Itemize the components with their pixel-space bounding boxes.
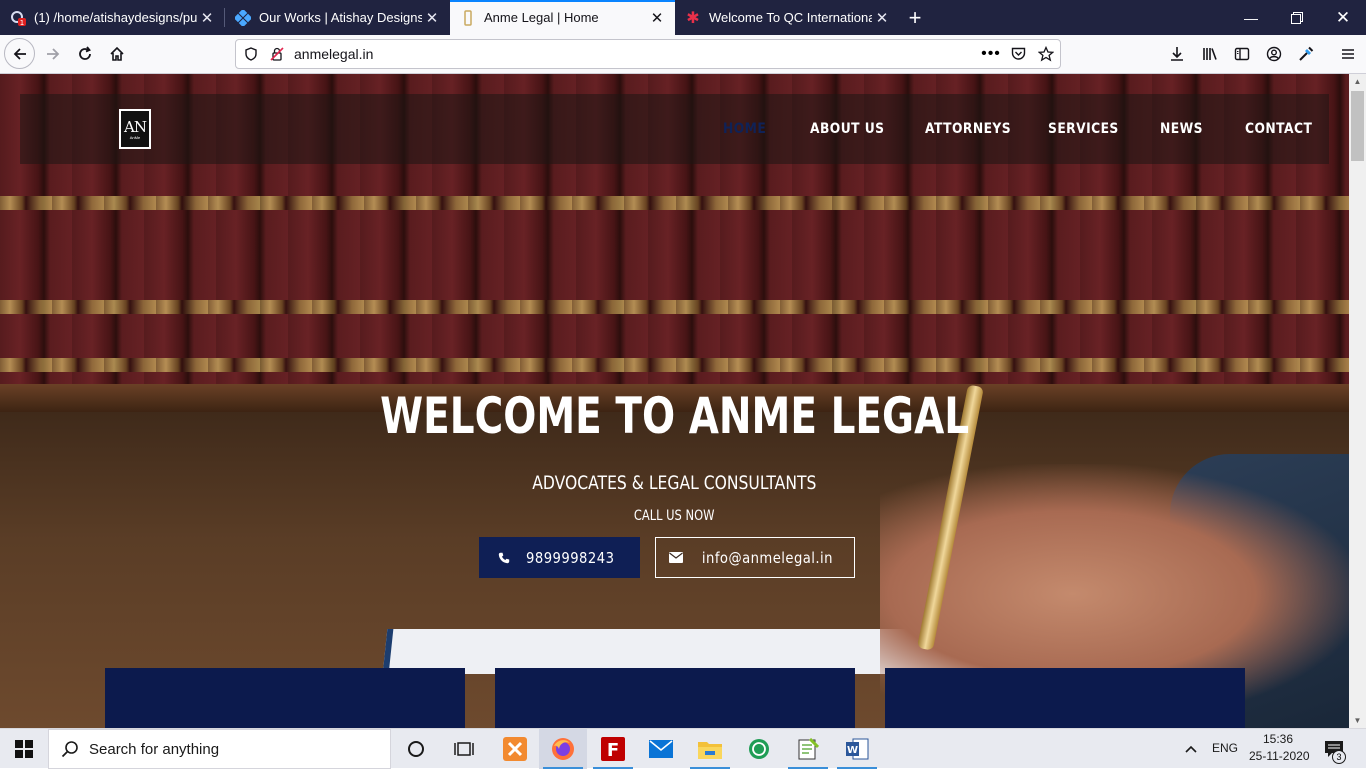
qc-favicon-icon: ✱ (686, 9, 700, 27)
search-icon (61, 740, 79, 763)
phone-icon (498, 552, 510, 564)
email-address: info@anmelegal.in (701, 548, 833, 567)
notification-count-badge: 3 (1332, 750, 1346, 764)
minimize-icon[interactable]: — (1228, 0, 1274, 35)
feature-card[interactable] (495, 668, 855, 728)
url-bar[interactable]: anmelegal.in ••• (235, 39, 1061, 69)
logo-mark: AN (124, 117, 147, 136)
nav-services[interactable]: SERVICES (1048, 121, 1119, 137)
page-scrollbar[interactable]: ▲ ▼ (1349, 74, 1366, 728)
cortana-icon[interactable] (392, 729, 440, 769)
hero-title: WELCOME TO ANME LEGAL (0, 387, 1349, 445)
nav-news[interactable]: NEWS (1160, 121, 1203, 137)
feature-card[interactable] (105, 668, 465, 728)
nav-attorneys[interactable]: ATTORNEYS (925, 121, 1011, 137)
page-actions-icon[interactable]: ••• (980, 43, 1002, 65)
tab-qc-international[interactable]: ✱ Welcome To QC International ✕ (675, 0, 900, 35)
tab-title: Our Works | Atishay Designs (259, 10, 422, 25)
page-viewport: AN AnMe HOME ABOUT US ATTORNEYS SERVICES… (0, 74, 1349, 728)
notepad-plus-plus-icon[interactable] (784, 729, 832, 769)
book-spine-band (0, 358, 1349, 372)
forward-button[interactable] (38, 39, 68, 69)
new-tab-button[interactable]: + (900, 0, 930, 35)
close-tab-icon[interactable]: ✕ (197, 8, 217, 28)
call-us-label: CALL US NOW (0, 508, 1349, 524)
downloads-icon[interactable] (1162, 39, 1192, 69)
tracking-shield-icon[interactable] (240, 43, 262, 65)
nav-toolbar: anmelegal.in ••• (0, 35, 1366, 74)
tab-title: Anme Legal | Home (484, 10, 599, 25)
call-us-text: CALL US NOW (634, 508, 715, 524)
search-placeholder: Search for anything (89, 740, 220, 758)
tab-title: Welcome To QC International (709, 10, 872, 25)
feature-card[interactable] (885, 668, 1245, 728)
site-logo[interactable]: AN AnMe (119, 109, 151, 149)
reload-button[interactable] (70, 39, 100, 69)
library-icon[interactable] (1195, 39, 1225, 69)
task-view-icon[interactable] (440, 729, 488, 769)
hero-subtitle-text: ADVOCATES & LEGAL CONSULTANTS (532, 472, 817, 494)
scroll-thumb[interactable] (1351, 91, 1364, 161)
cpanel-favicon-icon: 1 (10, 10, 26, 26)
scroll-up-icon[interactable]: ▲ (1349, 74, 1366, 89)
word-icon[interactable]: W (833, 729, 881, 769)
pocket-icon[interactable] (1007, 43, 1029, 65)
book-spine-band (0, 300, 1349, 314)
tray-chevron-up-icon[interactable] (1176, 729, 1206, 769)
sidebar-icon[interactable] (1227, 39, 1257, 69)
book-spine-band (0, 196, 1349, 210)
tab-atishay-works[interactable]: Our Works | Atishay Designs ✕ (225, 0, 450, 35)
taskbar-search[interactable]: Search for anything (48, 729, 391, 769)
nav-about-us[interactable]: ABOUT US (810, 121, 884, 137)
tab-anme-legal[interactable]: Anme Legal | Home ✕ (450, 0, 675, 35)
hero-title-text: WELCOME TO ANME LEGAL (379, 387, 970, 445)
scroll-down-icon[interactable]: ▼ (1349, 713, 1366, 728)
svg-text:F: F (607, 740, 619, 761)
taskbar: Search for anything F W ENG 15:36 25-11-… (0, 728, 1366, 769)
close-window-icon[interactable]: ✕ (1320, 0, 1366, 35)
clock-date[interactable]: 25-11-2020 (1249, 749, 1310, 763)
envelope-icon (668, 552, 683, 563)
phone-button[interactable]: 9899998243 (479, 537, 640, 578)
close-tab-icon[interactable]: ✕ (647, 8, 667, 28)
bookmark-star-icon[interactable] (1035, 43, 1057, 65)
nav-home[interactable]: HOME (723, 121, 766, 137)
nav-contact[interactable]: CONTACT (1245, 121, 1312, 137)
back-button[interactable] (4, 38, 35, 69)
close-tab-icon[interactable]: ✕ (872, 8, 892, 28)
hamburger-menu-icon[interactable] (1333, 39, 1363, 69)
language-indicator[interactable]: ENG (1212, 741, 1238, 755)
url-text[interactable]: anmelegal.in (294, 46, 373, 62)
color-picker-extension-icon[interactable] (1291, 39, 1321, 69)
home-button[interactable] (102, 39, 132, 69)
close-tab-icon[interactable]: ✕ (422, 8, 442, 28)
mail-app-icon[interactable] (637, 729, 685, 769)
phone-number: 9899998243 (526, 548, 615, 567)
tab-title: (1) /home/atishaydesigns/publ (34, 10, 197, 25)
windows-start-icon[interactable] (0, 729, 48, 769)
tab-strip: 1 (1) /home/atishaydesigns/publ ✕ Our Wo… (0, 0, 1366, 35)
insecure-lock-icon[interactable] (266, 43, 288, 65)
site-header: AN AnMe HOME ABOUT US ATTORNEYS SERVICES… (20, 94, 1329, 164)
firefox-icon[interactable] (539, 729, 587, 769)
file-explorer-icon[interactable] (686, 729, 734, 769)
logo-subtext: AnMe (129, 134, 141, 140)
svg-text:1: 1 (20, 19, 24, 26)
tab-cpanel[interactable]: 1 (1) /home/atishaydesigns/publ ✕ (0, 0, 225, 35)
svg-text:W: W (847, 745, 858, 756)
clock-time[interactable]: 15:36 (1263, 732, 1293, 746)
email-button[interactable]: info@anmelegal.in (655, 537, 855, 578)
filezilla-icon[interactable]: F (589, 729, 637, 769)
restore-icon[interactable] (1274, 0, 1320, 35)
anme-favicon-icon (460, 9, 476, 26)
hero-subtitle: ADVOCATES & LEGAL CONSULTANTS (0, 472, 1349, 494)
account-icon[interactable] (1259, 39, 1289, 69)
atishay-favicon-icon (235, 9, 251, 26)
xampp-icon[interactable] (491, 729, 539, 769)
whatsapp-icon[interactable] (735, 729, 783, 769)
notification-center-icon[interactable]: 3 (1312, 729, 1356, 769)
